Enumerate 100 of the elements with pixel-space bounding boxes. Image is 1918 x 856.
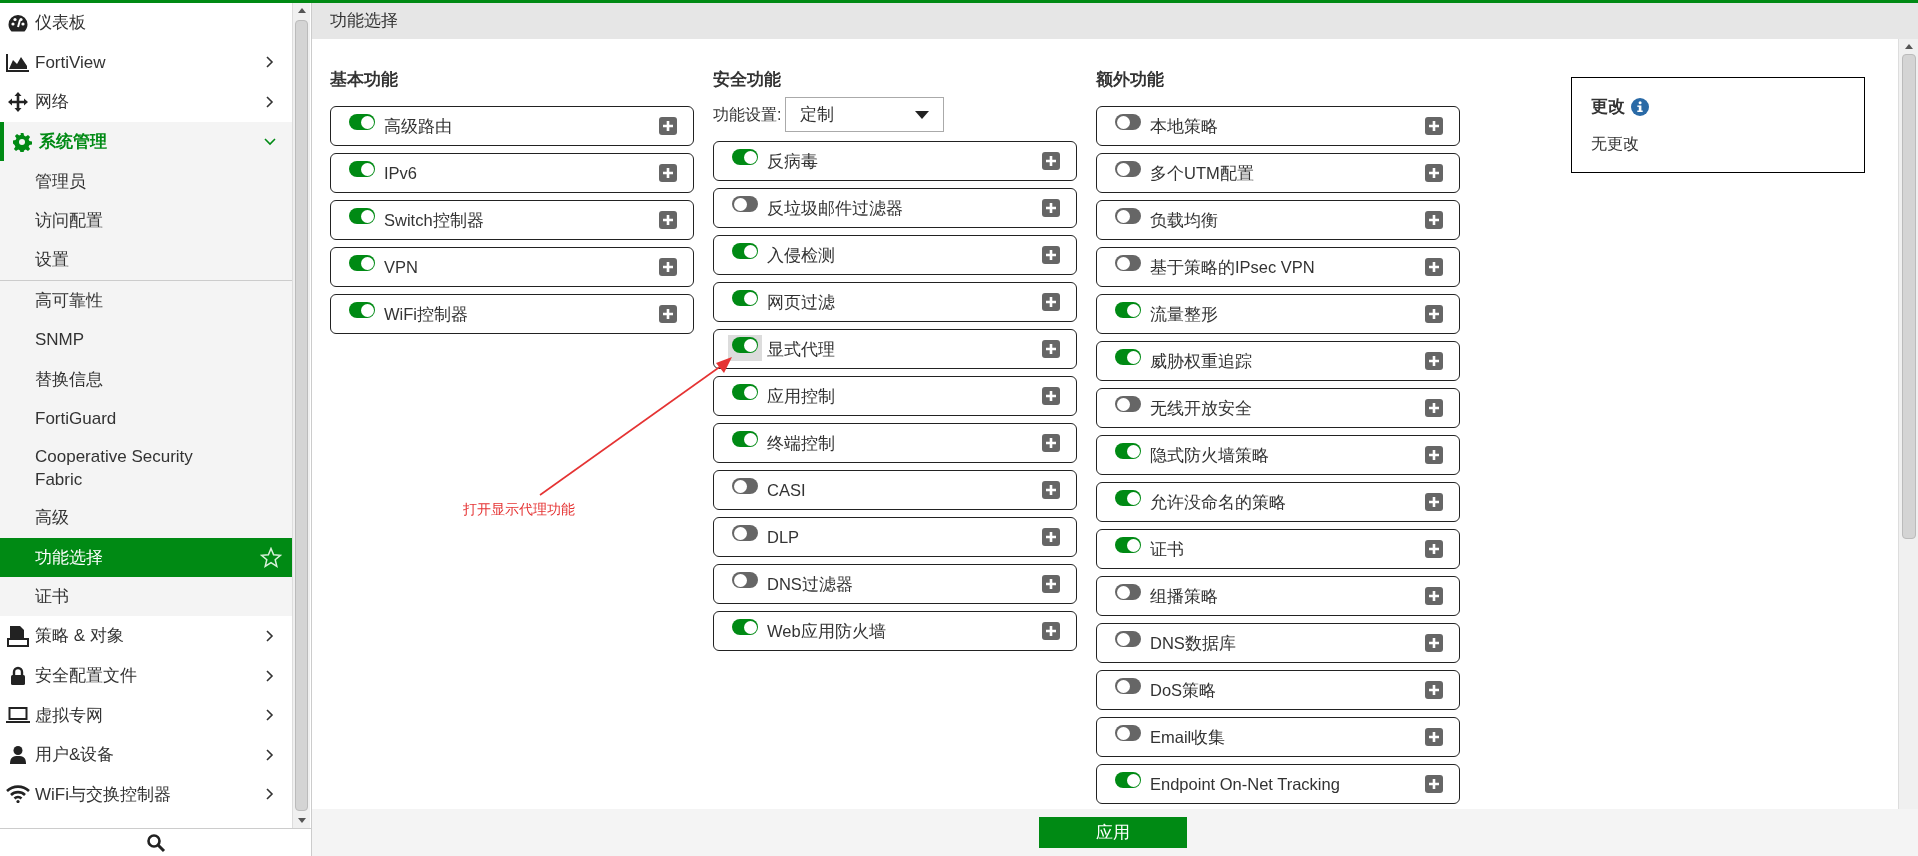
plus-icon[interactable]	[1425, 258, 1443, 276]
plus-icon[interactable]	[659, 117, 677, 135]
toggle-switch[interactable]	[1115, 396, 1141, 412]
info-icon[interactable]	[1631, 97, 1649, 116]
toggle-switch[interactable]	[1115, 678, 1141, 694]
toggle-switch[interactable]	[1115, 349, 1141, 365]
toggle-switch[interactable]	[349, 208, 375, 224]
plus-icon[interactable]	[1425, 634, 1443, 652]
toggle-switch[interactable]	[732, 431, 758, 447]
sidebar-item[interactable]: 用户&设备	[0, 735, 292, 775]
plus-icon[interactable]	[1042, 481, 1060, 499]
scroll-down-icon[interactable]	[297, 818, 306, 823]
plus-icon[interactable]	[1425, 117, 1443, 135]
sidebar-item[interactable]: 高级	[0, 498, 292, 538]
plus-icon[interactable]	[1425, 493, 1443, 511]
plus-icon[interactable]	[1425, 305, 1443, 323]
star-icon[interactable]	[260, 546, 282, 568]
toggle-switch[interactable]	[1115, 584, 1141, 600]
search-icon[interactable]	[145, 832, 166, 853]
feature-label: 本地策略	[1150, 115, 1219, 137]
scrollbar[interactable]	[292, 3, 310, 828]
plus-icon[interactable]	[659, 211, 677, 229]
toggle-switch[interactable]	[1115, 161, 1141, 177]
toggle-switch[interactable]	[1115, 490, 1141, 506]
sidebar-item[interactable]: 功能选择	[0, 537, 292, 577]
feature-label: 网页过滤	[767, 291, 836, 313]
plus-icon[interactable]	[659, 258, 677, 276]
sidebar-item[interactable]: 设置	[0, 240, 292, 280]
plus-icon[interactable]	[1042, 246, 1060, 264]
sidebar-item[interactable]: WiFi与交换控制器	[0, 774, 292, 815]
plus-icon[interactable]	[659, 305, 677, 323]
sidebar-item[interactable]: 系统管理	[0, 121, 292, 162]
plus-icon[interactable]	[1425, 775, 1443, 793]
sidebar-item[interactable]: FortiGuard	[0, 398, 292, 439]
plus-icon[interactable]	[1425, 211, 1443, 229]
plus-icon[interactable]	[1425, 728, 1443, 746]
plus-icon[interactable]	[1042, 622, 1060, 640]
scroll-up-icon[interactable]	[297, 8, 306, 13]
plus-icon[interactable]	[659, 164, 677, 182]
toggle-switch[interactable]	[1115, 537, 1141, 553]
toggle-switch[interactable]	[732, 337, 758, 353]
plus-icon[interactable]	[1425, 681, 1443, 699]
sidebar-item[interactable]: 仪表板	[0, 3, 292, 43]
plus-icon[interactable]	[1425, 399, 1443, 417]
column-heading: 额外功能	[1096, 69, 1165, 89]
setting-label: 功能设置:	[713, 104, 782, 125]
sidebar-item[interactable]: 证书	[0, 576, 292, 617]
plus-icon[interactable]	[1425, 164, 1443, 182]
plus-icon[interactable]	[1425, 587, 1443, 605]
toggle-switch[interactable]	[732, 478, 758, 494]
sidebar-item[interactable]: 策略 & 对象	[0, 616, 292, 656]
toggle-switch[interactable]	[349, 114, 375, 130]
sidebar-item[interactable]: 高可靠性	[0, 280, 292, 320]
sidebar-item[interactable]: Cooperative Security Fabric	[0, 438, 292, 499]
plus-icon[interactable]	[1425, 540, 1443, 558]
sidebar-item[interactable]: 虚拟专网	[0, 695, 292, 736]
plus-icon[interactable]	[1425, 352, 1443, 370]
plus-icon[interactable]	[1042, 152, 1060, 170]
toggle-switch[interactable]	[349, 255, 375, 271]
toggle-switch[interactable]	[1115, 631, 1141, 647]
toggle-switch[interactable]	[732, 196, 758, 212]
toggle-switch[interactable]	[1115, 443, 1141, 459]
feature-label: CASI	[767, 479, 807, 501]
sidebar-item[interactable]: FortiView	[0, 42, 292, 83]
toggle-switch[interactable]	[1115, 772, 1141, 788]
setting-dropdown[interactable]: 定制	[785, 97, 945, 132]
plus-icon[interactable]	[1042, 340, 1060, 358]
plus-icon[interactable]	[1042, 575, 1060, 593]
toggle-switch[interactable]	[349, 161, 375, 177]
apply-button[interactable]: 应用	[1039, 817, 1187, 848]
plus-icon[interactable]	[1042, 434, 1060, 452]
toggle-switch[interactable]	[732, 290, 758, 306]
sidebar-item[interactable]: SNMP	[0, 319, 292, 360]
feature-label: 终端控制	[767, 432, 836, 454]
feature-label: IPv6	[384, 162, 419, 184]
toggle-switch[interactable]	[349, 302, 375, 318]
toggle-switch[interactable]	[732, 525, 758, 541]
sidebar-item[interactable]: 安全配置文件	[0, 655, 292, 696]
toggle-switch[interactable]	[732, 243, 758, 259]
sidebar-item[interactable]: 替换信息	[0, 359, 292, 399]
scroll-up-icon[interactable]	[1904, 44, 1913, 49]
plus-icon[interactable]	[1042, 387, 1060, 405]
toggle-switch[interactable]	[1115, 208, 1141, 224]
sidebar-item[interactable]: 访问配置	[0, 200, 292, 241]
feature-label: 入侵检测	[767, 244, 836, 266]
toggle-switch[interactable]	[732, 384, 758, 400]
toggle-switch[interactable]	[732, 149, 758, 165]
toggle-switch[interactable]	[732, 619, 758, 635]
plus-icon[interactable]	[1425, 446, 1443, 464]
toggle-switch[interactable]	[1115, 725, 1141, 741]
plus-icon[interactable]	[1042, 293, 1060, 311]
toggle-switch[interactable]	[732, 572, 758, 588]
scrollbar[interactable]	[1898, 39, 1918, 809]
toggle-switch[interactable]	[1115, 255, 1141, 271]
sidebar-item[interactable]: 管理员	[0, 161, 292, 201]
toggle-switch[interactable]	[1115, 302, 1141, 318]
toggle-switch[interactable]	[1115, 114, 1141, 130]
plus-icon[interactable]	[1042, 199, 1060, 217]
sidebar-item[interactable]: 网络	[0, 82, 292, 122]
plus-icon[interactable]	[1042, 528, 1060, 546]
